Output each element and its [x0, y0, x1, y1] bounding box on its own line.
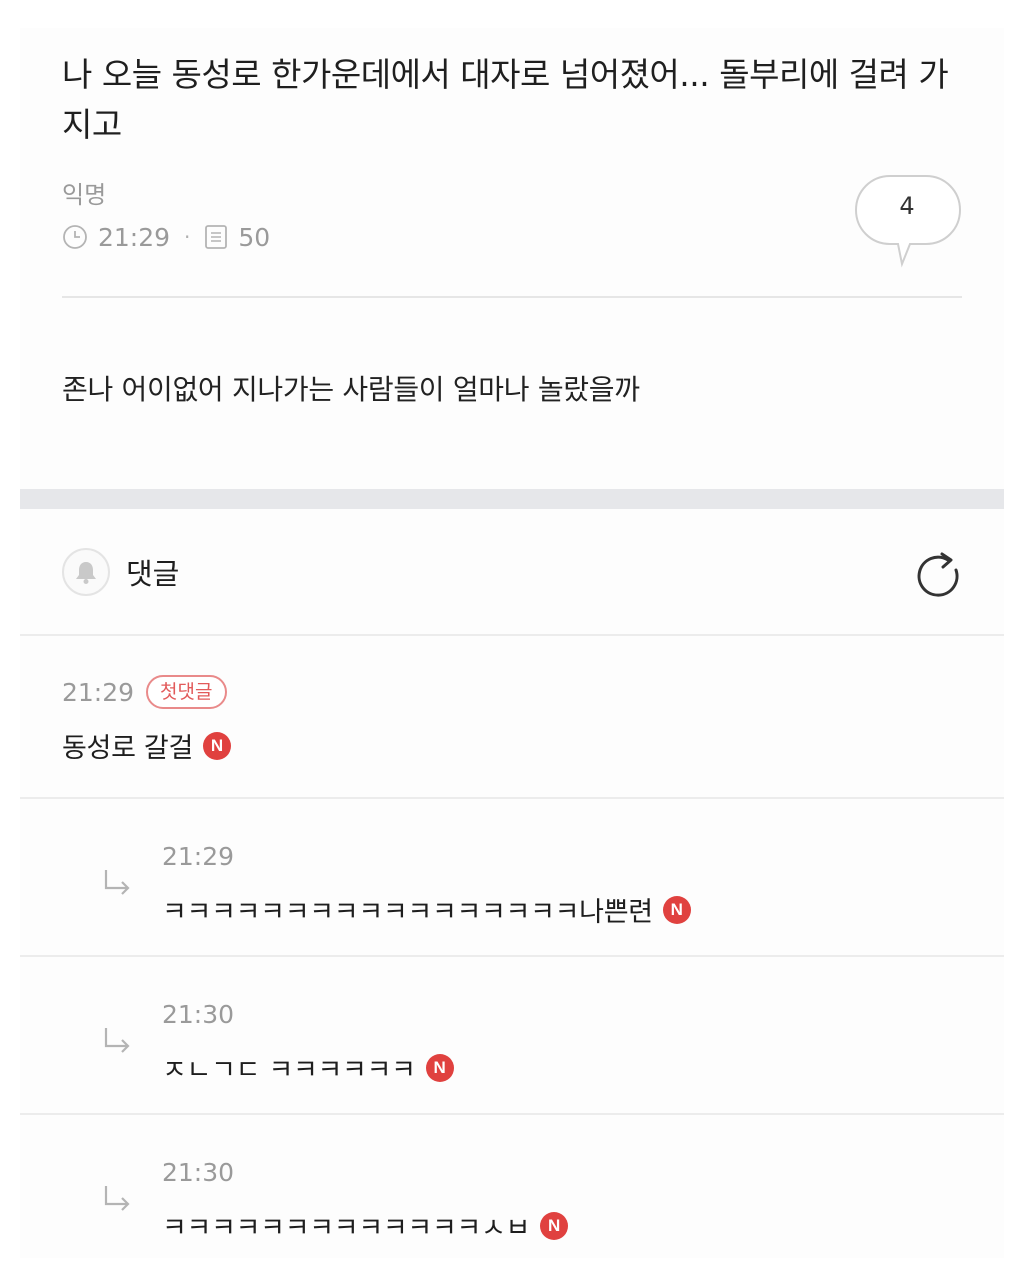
- comment-time: 21:29: [62, 677, 135, 707]
- first-comment-badge: 첫댓글: [146, 675, 227, 709]
- comments-label: 댓글: [126, 557, 180, 591]
- comment-item: 21:29 첫댓글 동성로 갈걸 N: [62, 672, 231, 765]
- header-divider: [62, 296, 962, 298]
- post-time: 21:29: [98, 222, 171, 252]
- post-views: 50: [238, 222, 271, 252]
- row-divider: [20, 1113, 1004, 1115]
- comments-header: 댓글: [62, 548, 179, 596]
- speech-bubble-icon: [854, 175, 962, 268]
- post-meta: 21:29 · 50: [62, 220, 270, 254]
- post-body: 존나 어이없어 지나가는 사람들이 얼마나 놀랐을까: [62, 373, 640, 406]
- comment-count-bubble[interactable]: 4: [852, 172, 964, 268]
- row-divider: [20, 634, 1004, 636]
- bell-icon[interactable]: [62, 548, 110, 596]
- reply-time: 21:30: [162, 1157, 235, 1187]
- reply-item: 21:30 ㅈㄴㄱㄷ ㅋㅋㅋㅋㅋㅋ N: [162, 994, 454, 1087]
- reply-item: 21:30 ㅋㅋㅋㅋㅋㅋㅋㅋㅋㅋㅋㅋㅋㅅㅂ N: [162, 1152, 569, 1245]
- new-badge: N: [662, 895, 691, 924]
- document-icon: [205, 225, 228, 249]
- refresh-icon[interactable]: [912, 550, 964, 602]
- comment-count: 4: [899, 192, 915, 220]
- new-badge: N: [540, 1211, 569, 1240]
- reply-item: 21:29 ㅋㅋㅋㅋㅋㅋㅋㅋㅋㅋㅋㅋㅋㅋㅋㅋㅋ나쁜련 N: [162, 836, 691, 929]
- new-badge: N: [425, 1053, 454, 1082]
- reply-time: 21:29: [162, 841, 235, 871]
- section-separator: [20, 489, 1004, 509]
- reply-text: ㅈㄴㄱㄷ ㅋㅋㅋㅋㅋㅋ: [162, 1055, 416, 1086]
- reply-time: 21:30: [162, 999, 235, 1029]
- comment-text: 동성로 갈걸: [62, 733, 193, 764]
- post-author: 익명: [62, 181, 107, 209]
- reply-text: ㅋㅋㅋㅋㅋㅋㅋㅋㅋㅋㅋㅋㅋㅋㅋㅋㅋ나쁜련: [162, 897, 653, 928]
- reply-arrow-icon: [104, 1028, 130, 1053]
- reply-arrow-icon: [104, 1186, 130, 1211]
- reply-text: ㅋㅋㅋㅋㅋㅋㅋㅋㅋㅋㅋㅋㅋㅅㅂ: [162, 1213, 531, 1244]
- new-badge: N: [202, 731, 231, 760]
- clock-icon: [63, 225, 87, 249]
- reply-arrow-icon: [104, 870, 130, 895]
- post-title: 나 오늘 동성로 한가운데에서 대자로 넘어졌어... 돌부리에 걸려 가지고: [62, 55, 949, 144]
- row-divider: [20, 955, 1004, 957]
- meta-separator: ·: [184, 225, 191, 249]
- row-divider: [20, 797, 1004, 799]
